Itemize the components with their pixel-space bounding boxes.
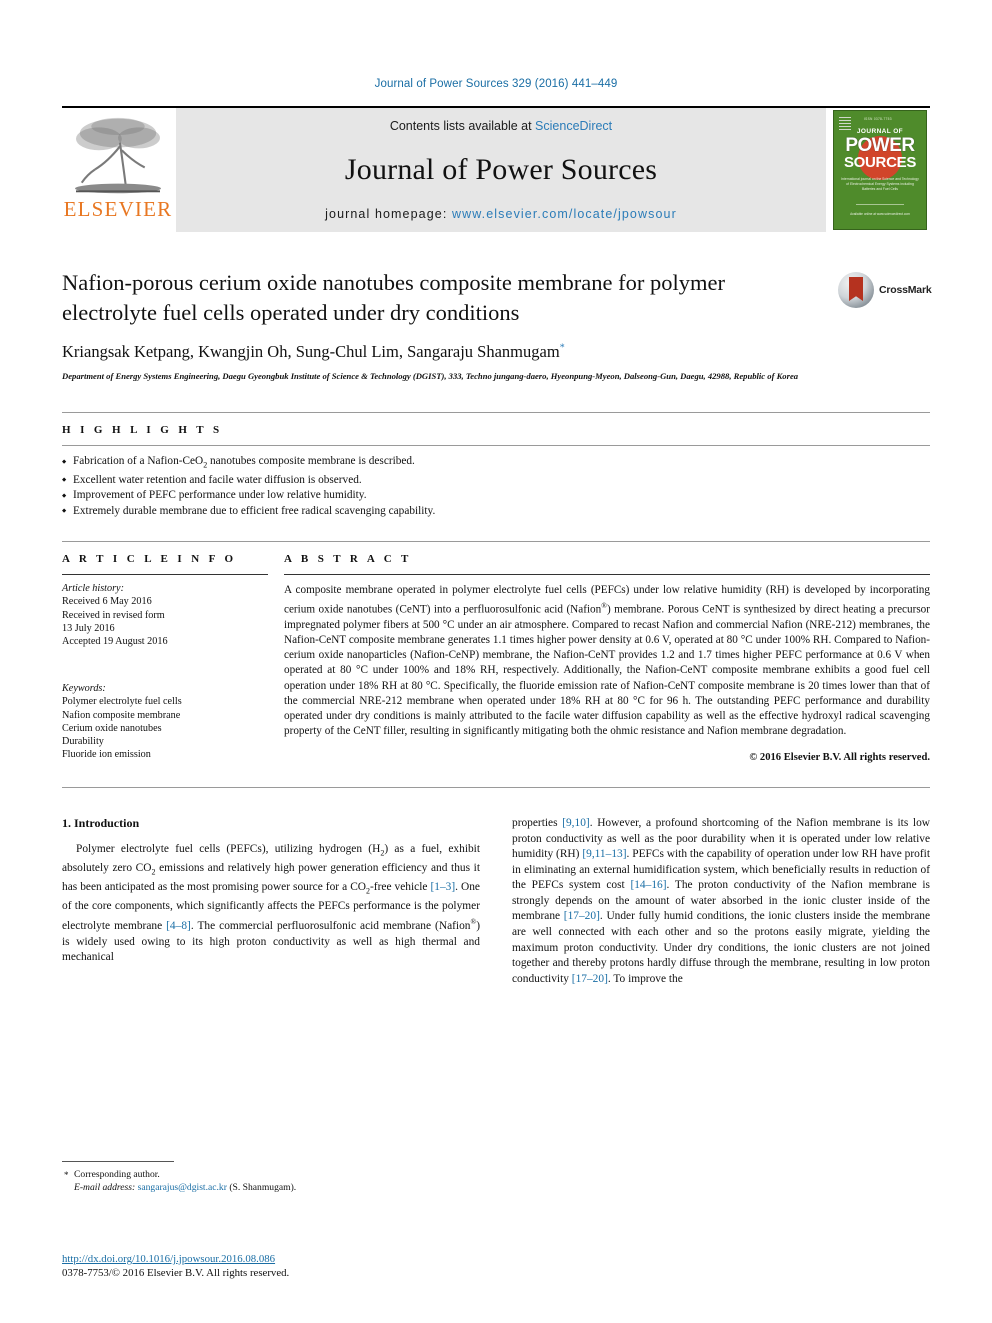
highlights-list: Fabrication of a Nafion-CeO2 nanotubes c… (62, 454, 930, 519)
running-head: Journal of Power Sources 329 (2016) 441–… (374, 78, 618, 90)
cover-line-2: POWER (845, 135, 915, 156)
footnote-corresponding-line: * Corresponding author. (62, 1168, 462, 1181)
section-heading-introduction: 1. Introduction (62, 816, 480, 831)
cover-line-1: JOURNAL OF (856, 128, 904, 135)
keyword-item: Fluoride ion emission (62, 749, 151, 761)
intro-paragraph-left: Polymer electrolyte fuel cells (PEFCs), … (62, 842, 481, 964)
cover-art: ISSN 0378-7753 JOURNAL OF POWER SOURCES … (833, 110, 927, 230)
author-names: Kriangsak Ketpang, Kwangjin Oh, Sung-Chu… (62, 342, 560, 361)
homepage-prefix: journal homepage: (325, 207, 452, 221)
contents-prefix: Contents lists available at (389, 119, 536, 133)
body-columns: 1. Introduction Polymer electrolyte fuel… (62, 786, 930, 988)
article-history-block: Article history: Received 6 May 2016 Rec… (62, 582, 268, 648)
author-list: Kriangsak Ketpang, Kwangjin Oh, Sung-Chu… (62, 342, 930, 362)
list-item: Improvement of PEFC performance under lo… (62, 488, 930, 504)
history-line: Received in revised form (62, 609, 165, 621)
section-title: Introduction (74, 815, 140, 830)
keyword-item: Cerium oxide nanotubes (62, 722, 162, 734)
email-label: E-mail address: (74, 1182, 136, 1193)
crossmark-bookmark-shape (849, 277, 863, 301)
page-title: Nafion-porous cerium oxide nanotubes com… (62, 270, 725, 325)
abstract-text: A composite membrane operated in polymer… (284, 584, 931, 737)
cover-footline: Available online at www.sciencedirect.co… (850, 212, 910, 216)
abstract-divider (284, 574, 930, 576)
highlight-text: Improvement of PEFC performance under lo… (73, 489, 367, 502)
keyword-item: Nafion composite membrane (62, 709, 181, 721)
cover-blurb: International journal on the Science and… (841, 177, 919, 191)
keywords-label: Keywords: (62, 683, 106, 695)
highlights-section: H I G H L I G H T S Fabrication of a Naf… (62, 412, 930, 519)
crossmark-icon (838, 272, 874, 308)
doi-link[interactable]: http://dx.doi.org/10.1016/j.jpowsour.201… (62, 1253, 289, 1265)
corresponding-author-footnote: * Corresponding author. E-mail address: … (62, 1161, 462, 1194)
title-block: Nafion-porous cerium oxide nanotubes com… (62, 268, 932, 382)
issn-copyright-line: 0378-7753/© 2016 Elsevier B.V. All right… (62, 1267, 290, 1279)
corresponding-author-text: Corresponding author. (74, 1169, 160, 1180)
highlight-text: Excellent water retention and facile wat… (73, 473, 362, 486)
article-info-heading: A R T I C L E I N F O (62, 553, 237, 566)
journal-article-page: Journal of Power Sources 329 (2016) 441–… (0, 0, 992, 1323)
abstract-column: A B S T R A C T A composite membrane ope… (284, 553, 930, 763)
intro-paragraph-right: properties [9,10]. However, a profound s… (512, 816, 930, 985)
footnote-email-line: E-mail address: sangarajus@dgist.ac.kr (… (62, 1181, 462, 1194)
keyword-item: Durability (62, 736, 104, 748)
history-line: Received 6 May 2016 (62, 596, 152, 608)
body-column-left: 1. Introduction Polymer electrolyte fuel… (62, 816, 480, 988)
elsevier-logo: ELSEVIER (62, 108, 174, 232)
footnote-divider (62, 1161, 174, 1162)
cover-line-3: SOURCES (843, 154, 917, 171)
keyword-item: Polymer electrolyte fuel cells (62, 696, 182, 708)
cover-divider (856, 204, 904, 205)
crossmark-badge[interactable]: CrossMark (838, 270, 932, 310)
affiliation: Department of Energy Systems Engineering… (62, 371, 799, 381)
email-link[interactable]: sangarajus@dgist.ac.kr (138, 1182, 227, 1193)
homepage-url-link[interactable]: www.elsevier.com/locate/jpowsour (452, 207, 677, 221)
section-number: 1. (62, 815, 71, 830)
elsevier-wordmark: ELSEVIER (63, 197, 173, 221)
article-history-label: Article history: (62, 583, 124, 595)
journal-title: Journal of Power Sources (344, 153, 658, 186)
abstract-heading: A B S T R A C T (284, 553, 412, 566)
journal-cover-thumbnail: ISSN 0378-7753 JOURNAL OF POWER SOURCES … (830, 108, 930, 232)
journal-homepage-line: journal homepage: www.elsevier.com/locat… (325, 207, 677, 221)
highlight-text: Extremely durable membrane due to effici… (73, 504, 436, 517)
contents-available-line: Contents lists available at ScienceDirec… (390, 119, 612, 133)
footer-identifiers: http://dx.doi.org/10.1016/j.jpowsour.201… (62, 1253, 289, 1279)
highlight-text: Fabrication of a Nafion-CeO2 nanotubes c… (73, 455, 415, 470)
history-line: 13 July 2016 (62, 622, 115, 634)
article-info-divider (62, 574, 268, 576)
cover-issn: ISSN 0378-7753 (864, 117, 892, 121)
email-owner: (S. Shanmugam). (229, 1182, 297, 1193)
list-item: Fabrication of a Nafion-CeO2 nanotubes c… (62, 454, 930, 473)
body-column-right: properties [9,10]. However, a profound s… (512, 816, 930, 988)
journal-masthead: ELSEVIER Contents lists available at Sci… (62, 106, 930, 232)
list-item: Excellent water retention and facile wat… (62, 473, 930, 488)
crossmark-label: CrossMark (879, 284, 932, 296)
list-item: Extremely durable membrane due to effici… (62, 504, 930, 519)
sciencedirect-link[interactable]: ScienceDirect (535, 119, 612, 133)
article-info-column: A R T I C L E I N F O Article history: R… (62, 553, 284, 763)
corresponding-author-marker: * (559, 342, 565, 354)
info-abstract-row: A R T I C L E I N F O Article history: R… (62, 541, 930, 763)
masthead-center: Contents lists available at ScienceDirec… (176, 108, 826, 232)
keywords-block: Keywords: Polymer electrolyte fuel cells… (62, 682, 268, 761)
abstract-copyright: © 2016 Elsevier B.V. All rights reserved… (749, 751, 930, 763)
elsevier-tree-icon (75, 117, 161, 194)
history-line: Accepted 19 August 2016 (62, 636, 168, 648)
highlights-heading: H I G H L I G H T S (62, 424, 223, 436)
highlights-divider (62, 445, 930, 446)
